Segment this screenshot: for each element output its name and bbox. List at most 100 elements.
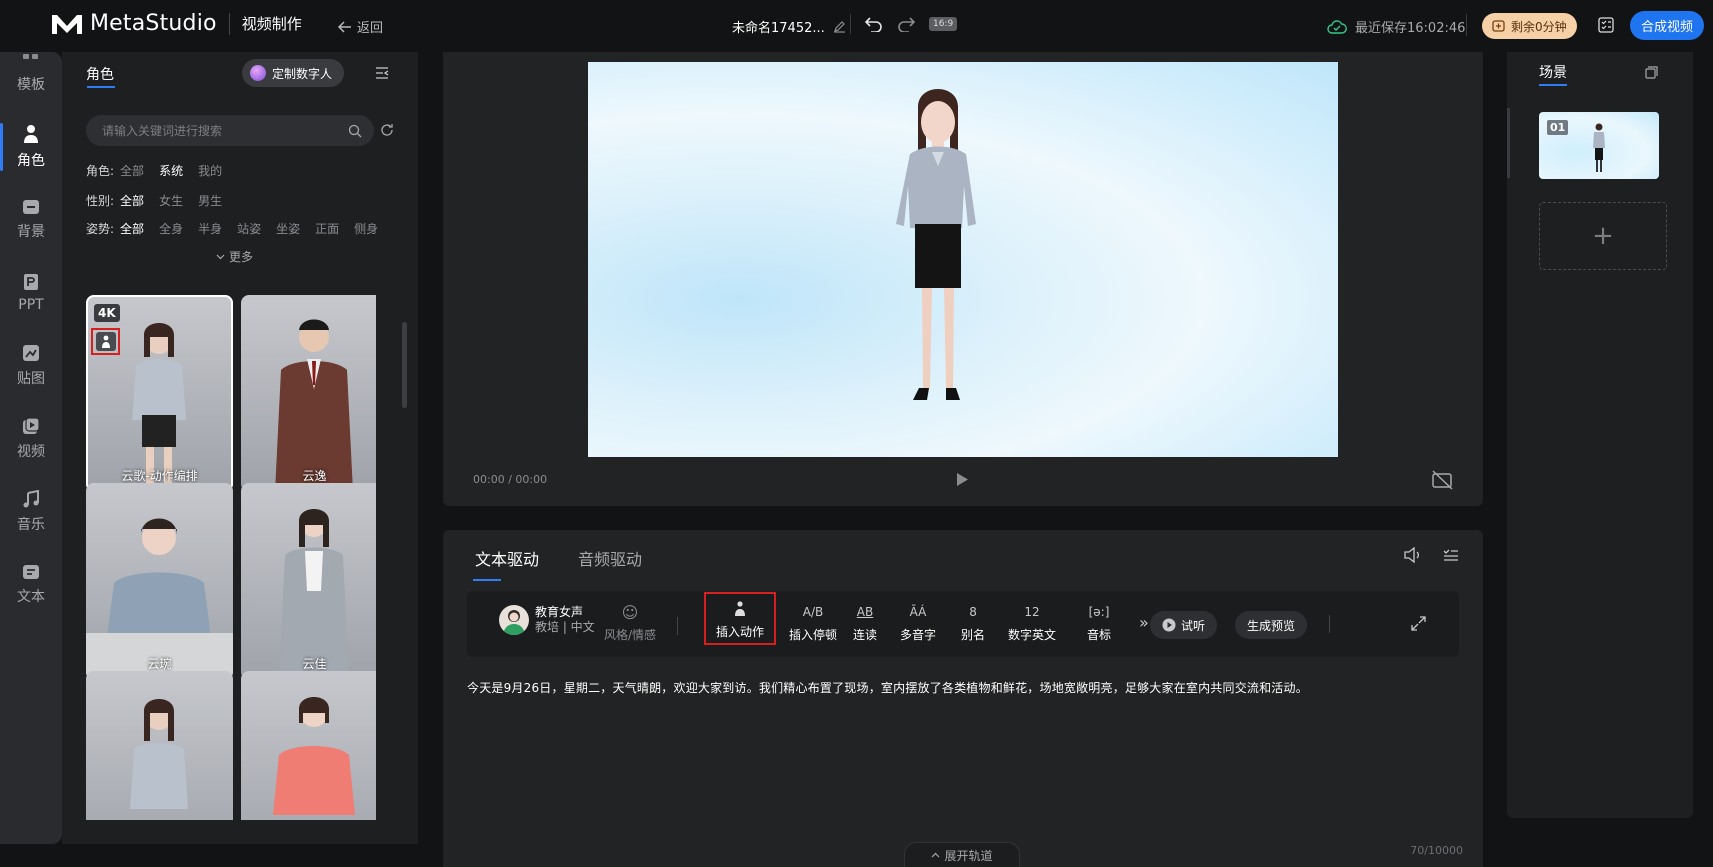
smile-icon: ☺ — [621, 602, 639, 622]
text-icon — [23, 565, 39, 579]
figure-action-icon — [733, 598, 747, 620]
nav-item-role[interactable]: 角色 — [0, 117, 62, 177]
add-scene-button[interactable]: + — [1539, 202, 1667, 270]
search-icon[interactable] — [348, 124, 362, 138]
play-circle-icon — [1162, 618, 1176, 632]
compose-video-button[interactable]: 合成视频 — [1630, 11, 1705, 40]
character-card[interactable]: 4K 云歌-动作编排 — [86, 295, 233, 492]
fullscreen-button[interactable] — [1411, 616, 1426, 631]
tool-style-emotion[interactable]: ☺ 风格/情感 — [604, 601, 656, 643]
filter-option[interactable]: 系统 — [159, 162, 183, 179]
filter-option[interactable]: 我的 — [198, 162, 222, 179]
tool-label: 多音字 — [900, 628, 937, 642]
refresh-button[interactable] — [380, 123, 394, 137]
character-name: 云逸 — [302, 469, 327, 483]
list-check-icon — [1443, 549, 1458, 561]
character-card[interactable]: 云琬 — [86, 483, 233, 680]
quota-badge[interactable]: 剩余0分钟 — [1482, 13, 1577, 39]
nav-label: 音乐 — [17, 517, 45, 533]
generate-preview-button[interactable]: 生成预览 — [1235, 611, 1308, 639]
filter-option[interactable]: 女生 — [159, 192, 183, 209]
filter-option[interactable]: 全部 — [120, 220, 144, 237]
scene-thumbnail[interactable]: 01 — [1539, 112, 1659, 179]
action-badge-highlight[interactable] — [91, 328, 120, 355]
search-input[interactable] — [102, 123, 348, 138]
nav-label: 背景 — [17, 224, 45, 240]
more-tools-chevron-icon[interactable]: » — [1139, 613, 1149, 632]
nav-item-sticker[interactable]: 贴图 — [0, 336, 62, 396]
preview-canvas[interactable] — [588, 62, 1338, 457]
aspect-ratio-badge[interactable]: 16:9 — [929, 17, 958, 31]
figure-action-icon — [101, 335, 110, 348]
copy-scene-button[interactable] — [1645, 66, 1658, 79]
script-text[interactable]: 今天是9月26日，星期二，天气晴朗，欢迎大家到访。我们精心布置了现场，室内摆放了… — [467, 679, 1308, 696]
settings-button[interactable] — [1598, 17, 1614, 33]
filter-option[interactable]: 男生 — [198, 192, 222, 209]
filter-option[interactable]: 站姿 — [237, 220, 261, 237]
tool-label: 音标 — [1087, 628, 1112, 642]
undo-icon[interactable] — [865, 16, 883, 32]
filter-option[interactable]: 半身 — [198, 220, 222, 237]
tab-audio-drive[interactable]: 音频驱动 — [578, 546, 642, 570]
nav-label: 模板 — [17, 77, 45, 93]
character-panel: 角色 定制数字人 角色: 全部 系统 我的 性别: 全部 女生 男生 姿势: 全… — [62, 52, 418, 844]
listen-button[interactable]: 试听 — [1150, 611, 1218, 639]
character-card[interactable]: 云佳 — [241, 483, 376, 680]
tool-phonetic[interactable]: [ə:] 音标 — [1087, 601, 1111, 643]
character-card[interactable] — [86, 671, 233, 820]
nav-item-text[interactable]: 文本 — [0, 555, 62, 615]
document-title-text: 未命名17452... — [732, 21, 825, 36]
character-image — [86, 518, 233, 680]
document-title[interactable]: 未命名17452... — [732, 17, 846, 36]
more-filters-button[interactable]: 更多 — [216, 248, 253, 265]
tool-polyphone[interactable]: ĀÁ 多音字 — [900, 601, 936, 643]
template-icon — [23, 54, 38, 59]
character-card[interactable]: 云逸 — [241, 295, 376, 492]
scene-panel-toggle[interactable] — [1507, 108, 1510, 178]
character-card[interactable] — [241, 671, 376, 820]
redo-icon[interactable] — [897, 16, 915, 32]
tool-number-english[interactable]: 12 数字英文 — [1008, 601, 1056, 643]
tab-text-drive[interactable]: 文本驱动 — [475, 546, 539, 570]
tool-insert-action[interactable]: 插入动作 — [704, 592, 777, 645]
filter-row-pose: 姿势: 全部 全身 半身 站姿 坐姿 正面 侧身 — [86, 220, 393, 237]
expand-track-button[interactable]: 展开轨道 — [904, 842, 1020, 867]
tool-alias[interactable]: 8 别名 — [961, 601, 985, 643]
nav-item-ppt[interactable]: PPT — [0, 263, 62, 323]
filter-option[interactable]: 全身 — [159, 220, 183, 237]
4k-badge: 4K — [94, 304, 120, 322]
nav-item-template[interactable]: 模板 — [0, 44, 62, 104]
tab-role[interactable]: 角色 — [86, 64, 114, 84]
camera-toggle-button[interactable] — [1431, 470, 1453, 490]
voice-selector[interactable]: 教育女声 教培 | 中文 — [499, 605, 595, 635]
custom-avatar-button[interactable]: 定制数字人 — [242, 59, 345, 87]
metastudio-logo-icon — [52, 14, 82, 34]
tool-insert-pause[interactable]: A/B 插入停顿 — [789, 601, 837, 643]
volume-button[interactable] — [1403, 547, 1421, 563]
filter-option[interactable]: 全部 — [120, 192, 144, 209]
filter-option[interactable]: 坐姿 — [276, 220, 300, 237]
app-logo[interactable]: MetaStudio 视频制作 — [50, 11, 302, 36]
nav-item-video[interactable]: 视频 — [0, 409, 62, 469]
nav-item-background[interactable]: 背景 — [0, 190, 62, 250]
tab-scene[interactable]: 场景 — [1539, 62, 1567, 82]
nav-item-music[interactable]: 音乐 — [0, 482, 62, 542]
tool-liaison[interactable]: AB 连读 — [853, 601, 877, 643]
filter-option[interactable]: 正面 — [315, 220, 339, 237]
panel-scrollbar[interactable] — [402, 322, 407, 408]
voice-avatar — [499, 605, 529, 635]
nav-label: PPT — [18, 297, 44, 313]
list-settings-button[interactable] — [1443, 548, 1459, 562]
app-name: MetaStudio — [90, 11, 217, 36]
avatar-figure[interactable] — [588, 62, 1338, 457]
back-button[interactable]: 返回 — [338, 17, 383, 36]
ppt-icon — [24, 274, 38, 290]
play-button[interactable] — [956, 472, 969, 487]
back-label: 返回 — [357, 21, 384, 36]
tool-label: 风格/情感 — [604, 628, 657, 642]
edit-icon[interactable] — [833, 20, 846, 33]
filter-option[interactable]: 侧身 — [354, 220, 378, 237]
filter-option[interactable]: 全部 — [120, 162, 144, 179]
expand-icon — [1411, 616, 1426, 631]
collapse-panel-button[interactable] — [375, 67, 389, 79]
